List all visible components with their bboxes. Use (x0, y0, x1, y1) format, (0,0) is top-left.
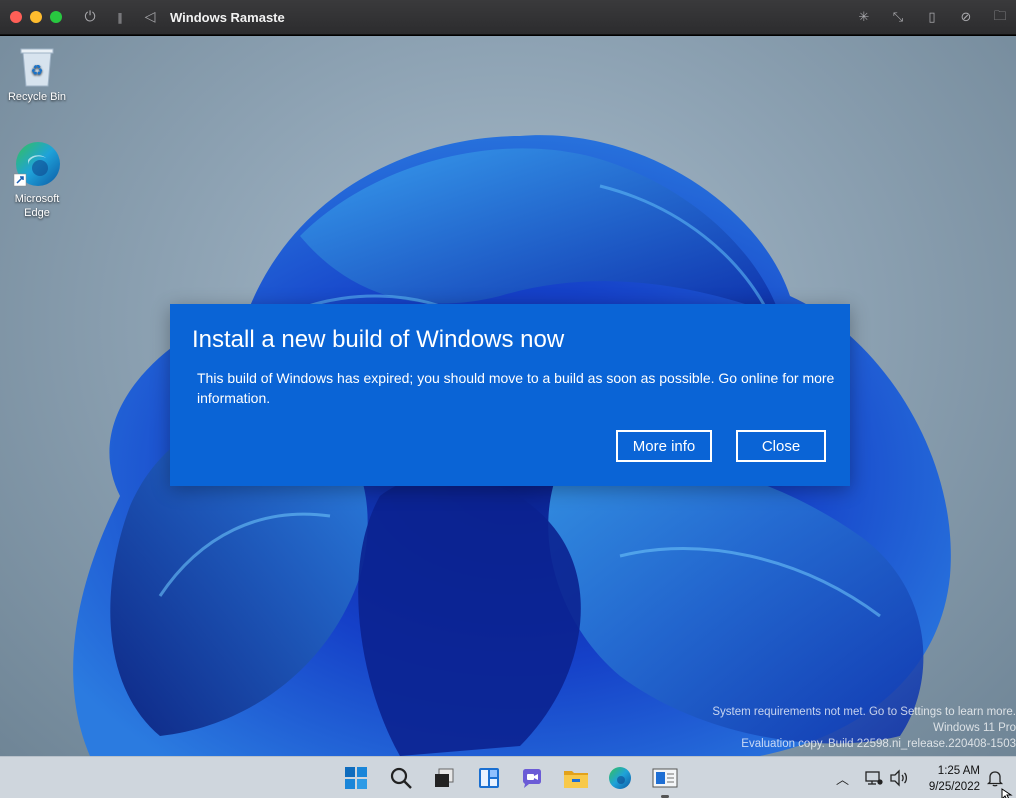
volume-tray-button[interactable] (889, 757, 909, 798)
more-info-button[interactable]: More info (616, 430, 712, 462)
close-window-button[interactable] (10, 11, 22, 23)
taskbar-clock[interactable]: 1:25 AM 9/25/2022 (929, 763, 980, 795)
widgets-button[interactable] (476, 765, 502, 791)
desktop-icon-recycle-bin[interactable]: ♻ Recycle Bin (2, 44, 72, 104)
file-explorer-button[interactable] (563, 765, 589, 791)
show-hidden-icons-button[interactable]: ︿ (836, 757, 849, 798)
recycle-bin-icon: ♻ (20, 48, 54, 87)
usb-icon[interactable]: ▯ (922, 10, 942, 25)
chat-button[interactable] (519, 765, 545, 791)
expired-build-dialog: Install a new build of Windows now This … (170, 304, 850, 486)
app-taskbar-button[interactable] (652, 765, 678, 791)
taskbar: ︿ 1:25 AM 9/25/2022 (0, 756, 1016, 798)
search-button[interactable] (388, 765, 414, 791)
folder-icon[interactable]: 🗀 (990, 7, 1010, 29)
watermark-line-2: Windows 11 Pro (933, 722, 1016, 734)
desktop-icon-label: Recycle Bin (7, 91, 67, 103)
volume-icon (890, 769, 908, 787)
search-icon (390, 767, 412, 789)
dialog-title: Install a new build of Windows now (192, 326, 565, 353)
clock-date: 9/25/2022 (928, 781, 980, 793)
network-icon (865, 771, 883, 785)
close-button[interactable]: Close (736, 430, 826, 462)
host-titlebar: ⏻ ‖ ◁ Windows Ramaste ✳ ⤡ ▯ ⊘ 🗀 (0, 0, 1016, 35)
window-controls (10, 11, 62, 23)
network-icon[interactable]: ⊘ (956, 10, 976, 25)
task-view-button[interactable] (431, 765, 457, 791)
start-icon (345, 767, 367, 789)
pause-icon[interactable]: ‖ (110, 11, 130, 24)
desktop-icon-microsoft-edge[interactable]: Microsoft Edge (2, 140, 72, 220)
edge-icon (609, 767, 631, 789)
watermark-line-1: System requirements not met. Go to Setti… (712, 706, 1016, 718)
zoom-window-button[interactable] (50, 11, 62, 23)
desktop-icon-label: Microsoft Edge (14, 193, 60, 219)
svg-text:♻: ♻ (31, 63, 44, 79)
network-tray-button[interactable] (865, 757, 883, 798)
widgets-icon (479, 768, 499, 788)
chat-icon (523, 769, 541, 788)
host-window-title: Windows Ramaste (170, 9, 285, 25)
chevron-up-icon: ︿ (836, 772, 850, 788)
mouse-cursor-icon (1001, 788, 1013, 798)
task-view-icon (435, 768, 454, 787)
power-icon[interactable]: ⏻ (80, 9, 100, 25)
minimize-window-button[interactable] (30, 11, 42, 23)
app-icon (652, 768, 678, 788)
notification-icon (986, 771, 1004, 787)
dialog-message: This build of Windows has expired; you s… (197, 370, 835, 406)
file-explorer-icon (564, 771, 588, 788)
resize-icon[interactable]: ⤡ (888, 10, 908, 25)
start-button[interactable] (343, 765, 369, 791)
clock-time: 1:25 AM (937, 765, 980, 777)
loading-icon[interactable]: ✳ (854, 10, 874, 25)
evaluation-watermark: System requirements not met. Go to Setti… (686, 704, 1016, 752)
edge-taskbar-button[interactable] (607, 765, 633, 791)
edge-icon (13, 142, 60, 187)
back-icon[interactable]: ◁ (140, 9, 160, 25)
watermark-line-3: Evaluation copy. Build 22598.ni_release.… (741, 738, 1016, 750)
